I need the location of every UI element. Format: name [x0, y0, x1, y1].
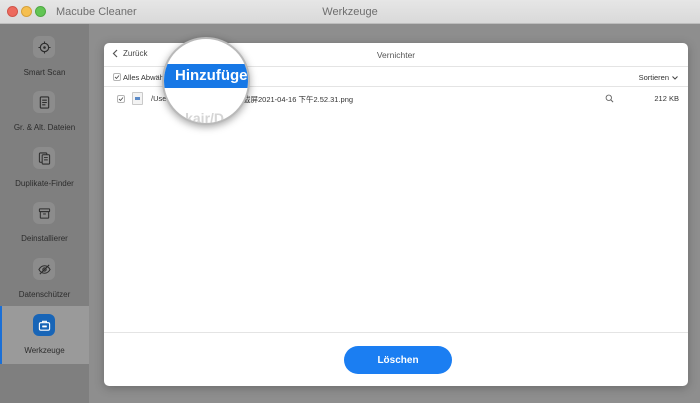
duplicate-files-icon	[33, 147, 55, 169]
box-icon	[33, 202, 55, 224]
delete-button[interactable]: Löschen	[344, 346, 452, 374]
app-name: Macube Cleaner	[56, 6, 137, 18]
select-all-label[interactable]: Alles Abwäh	[123, 73, 164, 82]
sidebar-item-label: Deinstallierer	[21, 234, 68, 243]
sidebar-item-label: Smart Scan	[23, 68, 66, 77]
file-size: 212 KB	[654, 94, 679, 103]
title-bar: Werkzeuge Macube Cleaner	[0, 0, 700, 24]
file-checkbox[interactable]	[117, 95, 125, 103]
toolbox-icon	[33, 314, 55, 336]
target-icon	[33, 36, 55, 58]
sidebar-item-duplicate-finder[interactable]: Duplikate-Finder	[0, 147, 89, 203]
sidebar-item-label: Datenschützer	[18, 290, 71, 299]
sidebar-item-label: Duplikate-Finder	[15, 179, 74, 188]
dialog-footer: Löschen	[104, 332, 688, 386]
document-icon	[33, 91, 55, 113]
sidebar-item-tools[interactable]: Werkzeuge	[0, 306, 89, 364]
sidebar-item-large-old-files[interactable]: Gr. & Alt. Dateien	[0, 91, 89, 147]
magnifier-lens: Hinzufügen ookair/D	[162, 37, 250, 125]
magnified-add-label: Hinzufügen	[175, 67, 250, 84]
sidebar-item-label: Gr. & Alt. Dateien	[13, 123, 76, 132]
search-icon[interactable]	[605, 94, 614, 103]
image-file-icon	[132, 92, 143, 105]
checkmark-icon	[114, 75, 120, 80]
file-path-end: 截屏2021-04-16 下午2.52.31.png	[243, 95, 354, 104]
magnified-path-fragment: ookair/D	[168, 110, 225, 125]
sidebar-item-label: Werkzeuge	[24, 346, 65, 355]
sort-label: Sortieren	[638, 73, 669, 82]
chevron-down-icon	[672, 75, 678, 80]
select-all-checkbox[interactable]	[113, 73, 121, 81]
eye-slash-icon	[33, 258, 55, 280]
sidebar: Smart Scan Gr. & Alt. Dateien Duplikate-…	[0, 24, 89, 403]
checkmark-icon	[118, 97, 124, 102]
sidebar-item-uninstaller[interactable]: Deinstallierer	[0, 202, 89, 258]
active-indicator	[0, 306, 2, 364]
sidebar-item-smart-scan[interactable]: Smart Scan	[0, 36, 89, 92]
sort-dropdown[interactable]: Sortieren	[639, 73, 678, 82]
